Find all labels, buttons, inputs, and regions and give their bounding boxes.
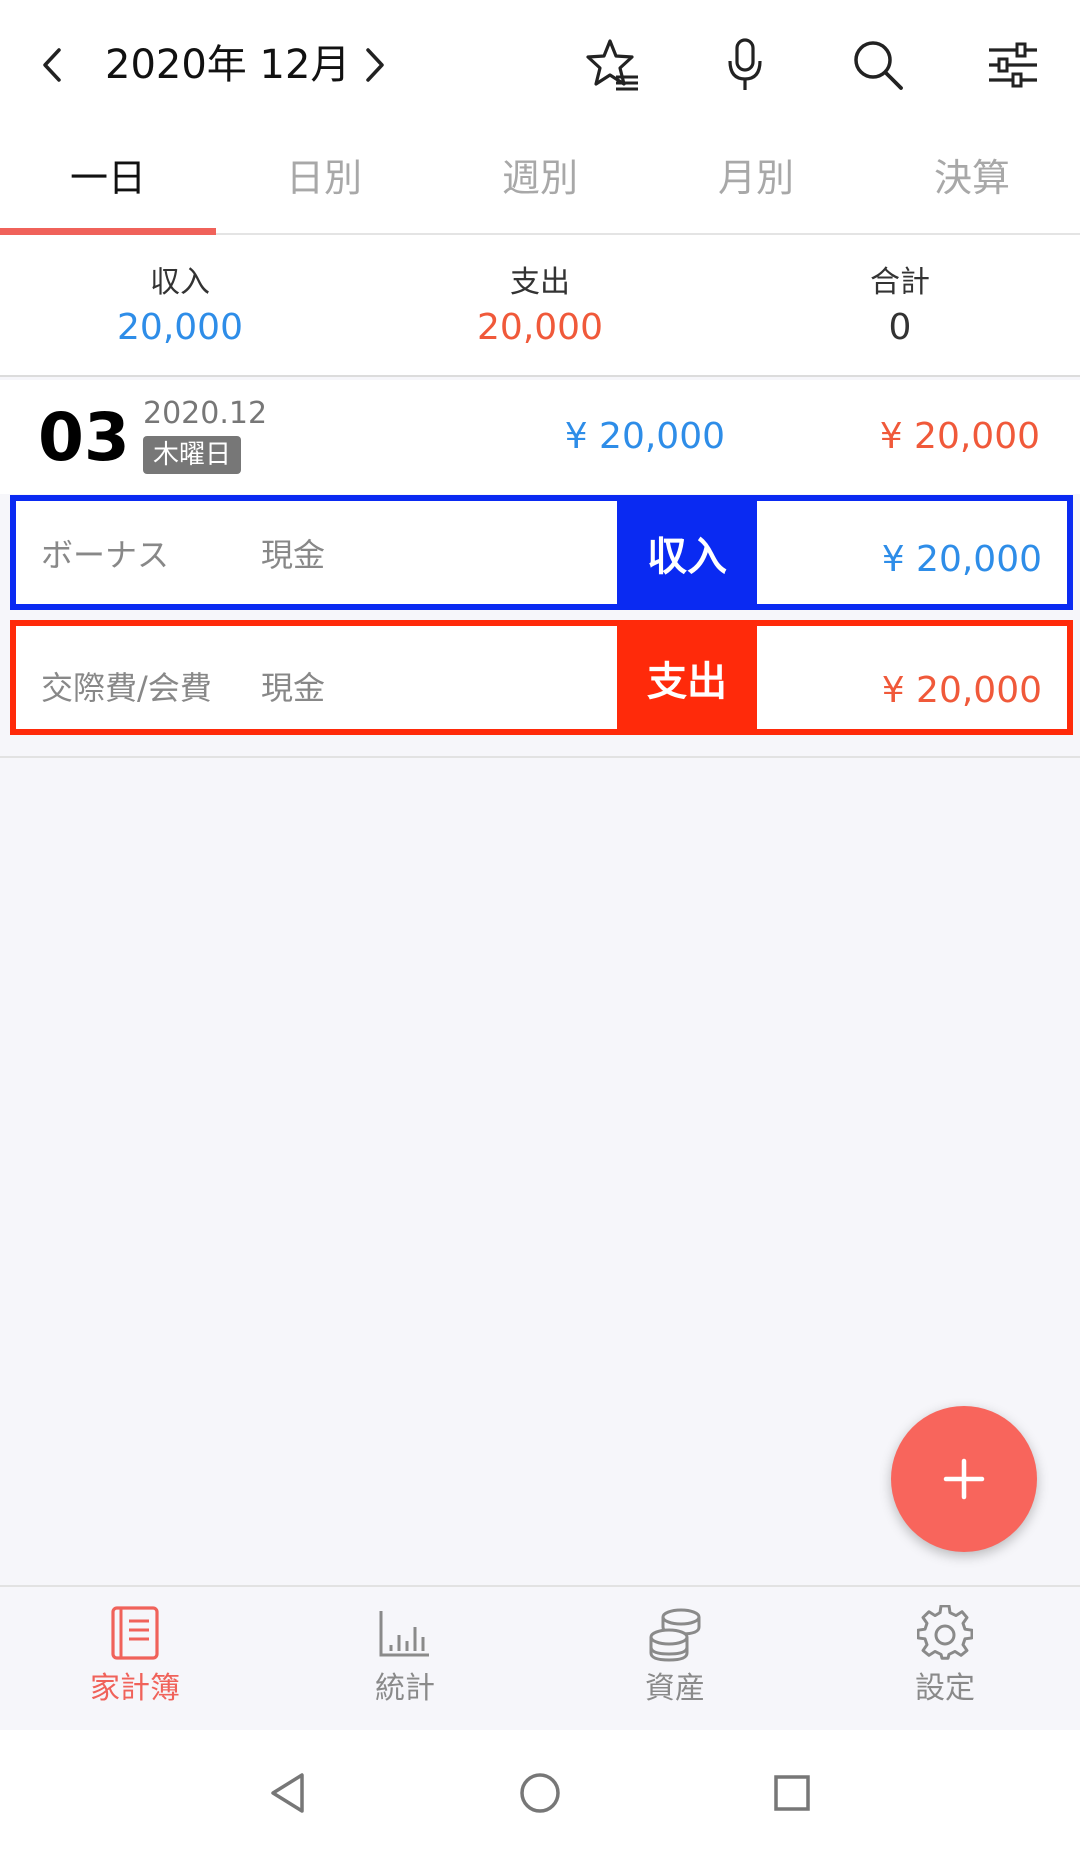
chevron-right-icon — [366, 48, 384, 82]
income-summary-value: 20,000 — [117, 307, 243, 348]
total-summary-value: 0 — [888, 307, 912, 348]
search-button[interactable] — [843, 28, 913, 102]
transaction-amount: ¥ 20,000 — [881, 539, 1042, 580]
book-icon — [111, 1606, 159, 1660]
plus-icon — [943, 1458, 985, 1500]
transaction-category: 交際費/会費 — [41, 669, 212, 707]
tab-calendar[interactable]: 日別 — [216, 130, 432, 233]
expense-summary: 支出 20,000 — [360, 235, 720, 375]
filter-sliders-icon — [989, 42, 1037, 88]
search-icon — [854, 41, 903, 90]
add-transaction-button[interactable] — [891, 1406, 1037, 1552]
weekday-badge: 木曜日 — [143, 436, 242, 474]
next-month-button[interactable] — [345, 30, 405, 100]
tab-daily-list[interactable]: 一日 — [0, 130, 216, 235]
gear-icon — [917, 1605, 973, 1660]
income-summary-label: 収入 — [150, 265, 210, 300]
nav-label: 統計 — [375, 1671, 435, 1706]
list-divider — [0, 756, 1080, 758]
nav-item-settings[interactable]: 設定 — [810, 1587, 1080, 1730]
voice-input-button[interactable] — [712, 28, 778, 102]
expense-summary-value: 20,000 — [477, 307, 603, 348]
total-summary: 合計 0 — [720, 235, 1080, 375]
nav-label: 資産 — [645, 1671, 705, 1706]
day-group-header[interactable]: 03 2020.12 木曜日 ¥ 20,000 ¥ 20,000 — [0, 380, 1080, 494]
day-income-total: ¥ 20,000 — [564, 416, 725, 457]
nav-item-statistics[interactable]: 統計 — [270, 1587, 540, 1730]
tab-summary[interactable]: 決算 — [864, 130, 1080, 233]
month-title[interactable]: 2020年 12月 — [105, 35, 350, 95]
total-summary-label: 合計 — [870, 265, 930, 300]
tab-weekly[interactable]: 週別 — [432, 130, 648, 233]
back-triangle-icon[interactable] — [268, 1771, 308, 1815]
transaction-row[interactable]: 交際費/会費 現金 支出 ¥ 20,000 — [10, 620, 1073, 735]
prev-month-button[interactable] — [22, 30, 82, 100]
transaction-category: ボーナス — [41, 536, 170, 574]
transaction-amount: ¥ 20,000 — [881, 670, 1042, 711]
favorites-button[interactable] — [577, 28, 647, 102]
month-summary: 収入 20,000 支出 20,000 合計 0 — [0, 235, 1080, 377]
system-navigation-bar — [0, 1730, 1080, 1855]
microphone-icon — [728, 38, 762, 90]
transaction-account: 現金 — [261, 536, 326, 574]
expense-type-badge: 支出 — [617, 626, 757, 729]
home-circle-icon[interactable] — [518, 1771, 562, 1815]
filter-button[interactable] — [976, 28, 1050, 102]
day-expense-total: ¥ 20,000 — [879, 416, 1040, 457]
chevron-left-icon — [43, 48, 61, 82]
day-number: 03 — [38, 399, 130, 476]
nav-item-assets[interactable]: 資産 — [540, 1587, 810, 1730]
nav-item-household-book[interactable]: 家計簿 — [0, 1587, 270, 1730]
transaction-account: 現金 — [261, 669, 326, 707]
star-list-icon — [586, 39, 638, 91]
coins-icon — [649, 1608, 701, 1662]
nav-label: 家計簿 — [90, 1671, 180, 1706]
income-type-badge: 収入 — [617, 501, 757, 604]
bottom-navigation: 家計簿 統計 資産 設定 — [0, 1585, 1080, 1730]
top-app-bar: 2020年 12月 — [0, 0, 1080, 130]
nav-label: 設定 — [915, 1671, 975, 1706]
day-year-month: 2020.12 — [143, 396, 268, 431]
recents-square-icon[interactable] — [772, 1773, 812, 1813]
tab-monthly[interactable]: 月別 — [648, 130, 864, 233]
income-summary: 収入 20,000 — [0, 235, 360, 375]
view-tabs: 一日 日別 週別 月別 決算 — [0, 130, 1080, 235]
transaction-row[interactable]: ボーナス 現金 収入 ¥ 20,000 — [10, 495, 1073, 610]
bar-chart-icon — [379, 1611, 429, 1657]
expense-summary-label: 支出 — [510, 265, 570, 300]
